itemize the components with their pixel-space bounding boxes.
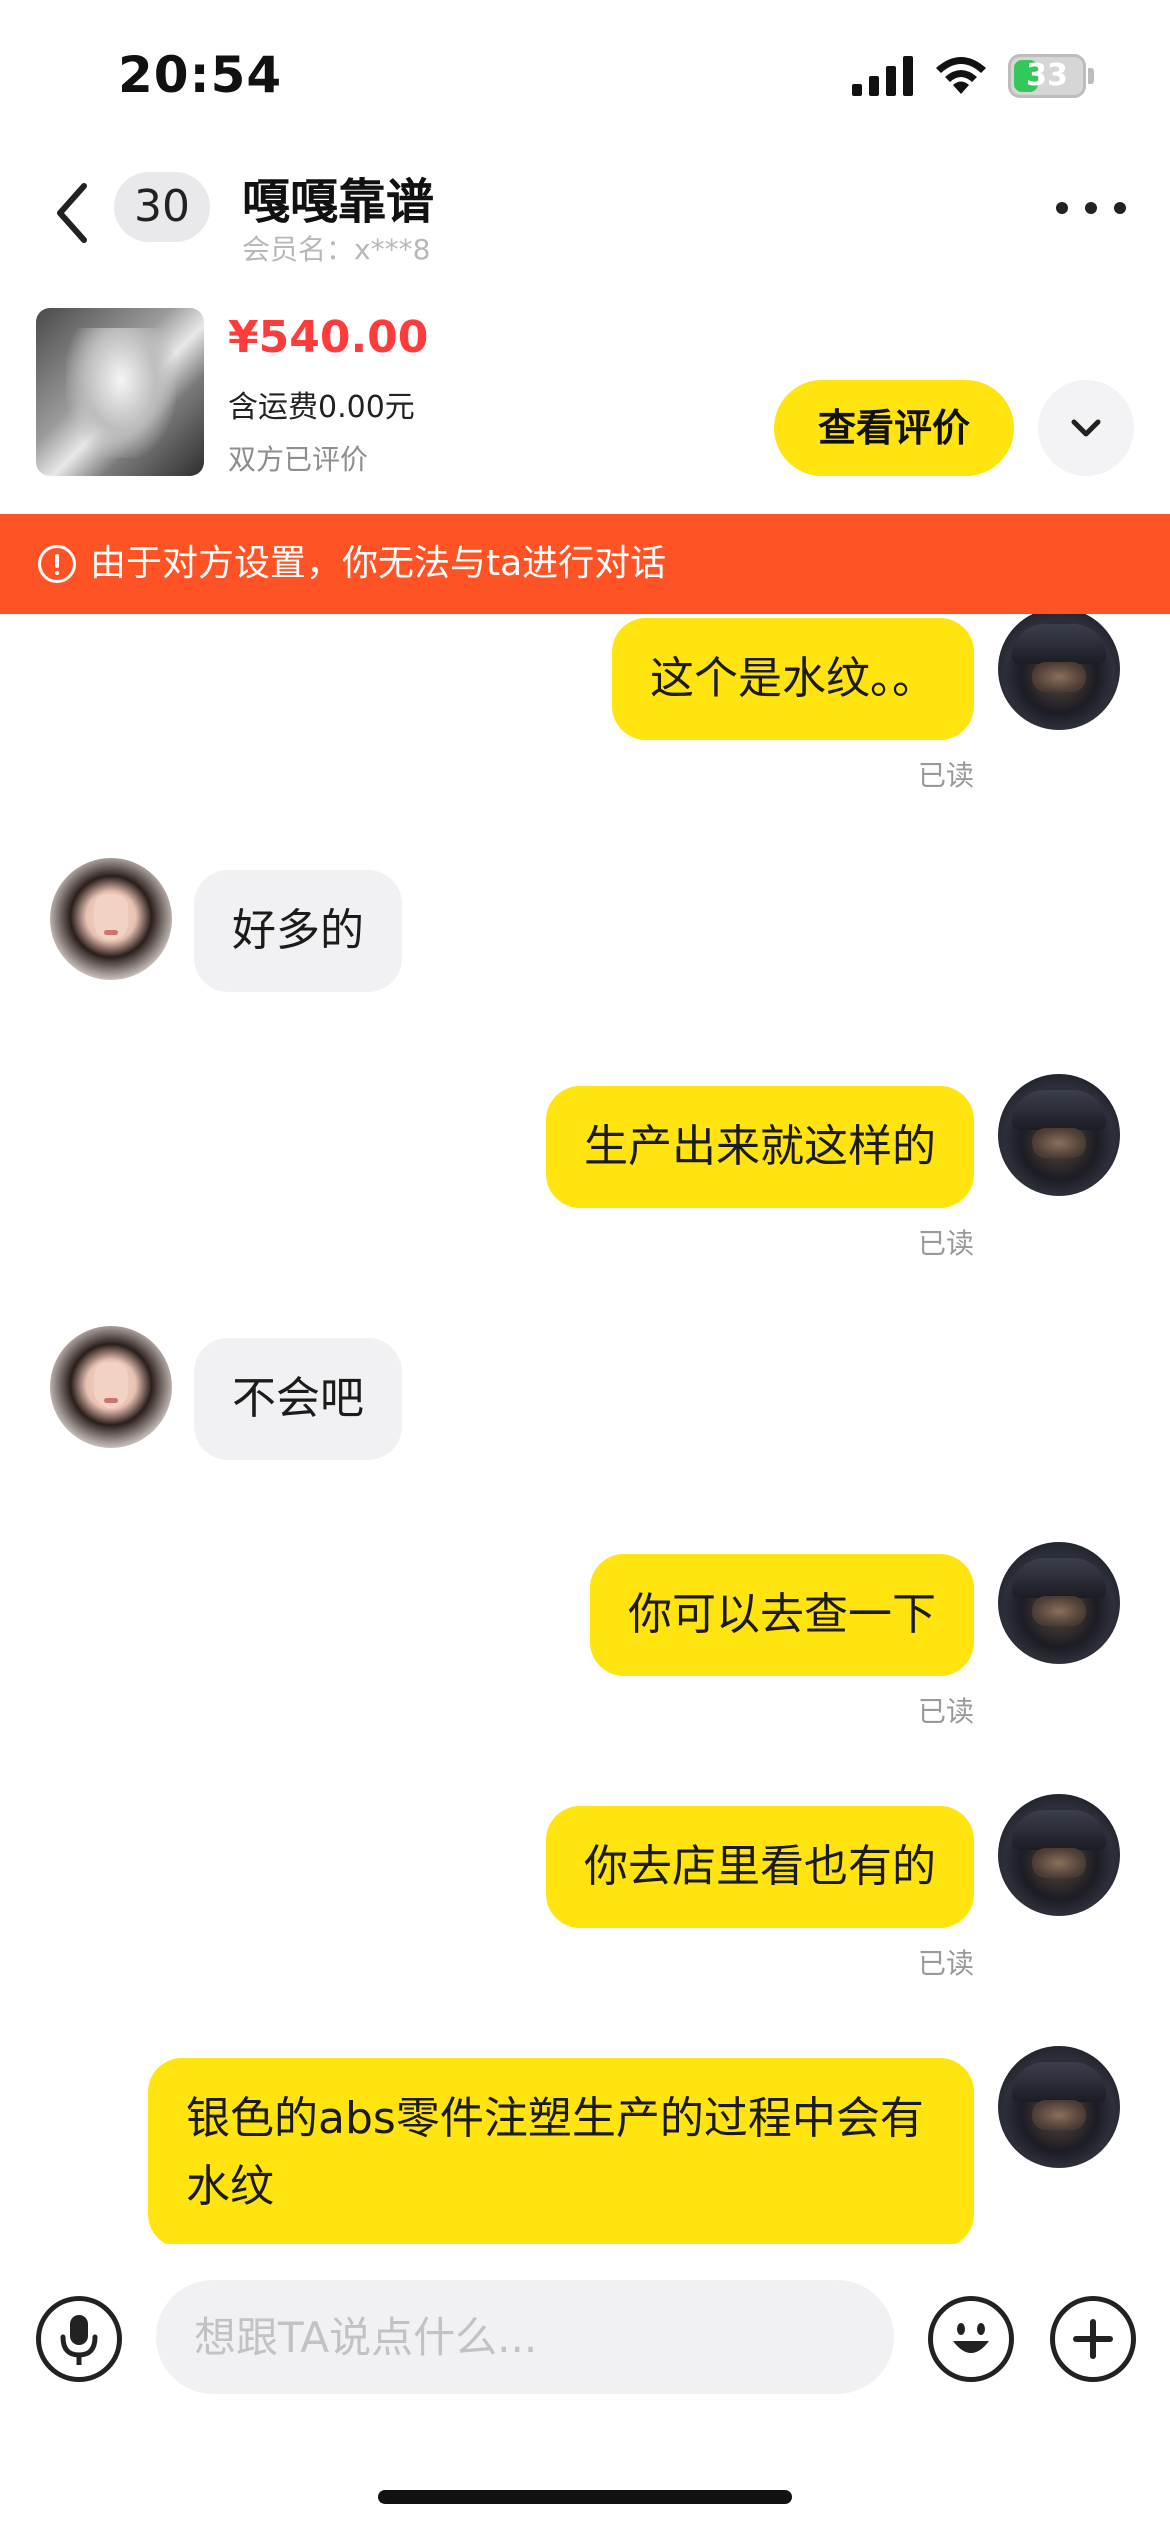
input-bar	[0, 2244, 1170, 2404]
message-input[interactable]	[156, 2280, 894, 2394]
message-bubble-mine[interactable]: 生产出来就这样的	[546, 1086, 974, 1208]
read-receipt: 已读	[917, 1947, 974, 1980]
read-receipt: 已读	[917, 1227, 974, 1260]
message-bubble-mine[interactable]: 你去店里看也有的	[546, 1806, 974, 1928]
read-receipt: 已读	[917, 1695, 974, 1728]
battery-level: 33	[1026, 58, 1068, 93]
member-name: 会员名：x***8	[242, 233, 431, 266]
shipping-fee: 含运费0.00元	[228, 390, 415, 425]
message-bubble-theirs[interactable]: 不会吧	[194, 1338, 402, 1460]
my-avatar[interactable]	[998, 1074, 1120, 1196]
my-avatar[interactable]	[998, 1542, 1120, 1664]
review-status: 双方已评价	[228, 443, 369, 476]
alert-circle-icon	[38, 545, 76, 583]
blocked-warning-banner: 由于对方设置，你无法与ta进行对话	[0, 514, 1170, 614]
wifi-icon	[936, 57, 986, 94]
expand-button[interactable]	[1038, 380, 1134, 476]
battery-icon: 33	[1008, 54, 1086, 98]
contact-name[interactable]: 嘎嘎靠谱	[242, 162, 434, 232]
home-indicator[interactable]	[378, 2490, 792, 2504]
smile-icon[interactable]	[928, 2296, 1014, 2382]
microphone-icon[interactable]	[36, 2296, 122, 2382]
view-review-button[interactable]: 查看评价	[774, 380, 1014, 476]
warning-text: 由于对方设置，你无法与ta进行对话	[90, 543, 667, 584]
message-bubble-mine[interactable]: 银色的abs零件注塑生产的过程中会有水纹	[148, 2058, 974, 2244]
more-dots-icon[interactable]	[1056, 196, 1126, 220]
my-avatar[interactable]	[998, 1794, 1120, 1916]
status-time: 20:54	[118, 46, 283, 104]
message-bubble-mine[interactable]: 这个是水纹。。	[612, 618, 974, 740]
product-price: ¥540.00	[228, 312, 429, 363]
chevron-down-icon	[1071, 419, 1101, 437]
signal-icon	[852, 56, 913, 96]
product-card[interactable]: ¥540.00 含运费0.00元 双方已评价 查看评价	[0, 290, 1170, 490]
plus-icon[interactable]	[1050, 2296, 1136, 2382]
my-avatar[interactable]	[998, 2046, 1120, 2168]
product-thumbnail[interactable]	[36, 308, 204, 476]
chat-message-list[interactable]: 这个是水纹。。 已读 好多的 生产出来就这样的 已读 不会吧 你可以去查一下 已…	[0, 614, 1170, 2244]
read-receipt: 已读	[917, 759, 974, 792]
message-bubble-theirs[interactable]: 好多的	[194, 870, 402, 992]
chevron-left-icon[interactable]	[48, 178, 98, 248]
contact-avatar[interactable]	[50, 1326, 172, 1448]
status-bar: 20:54 33	[0, 0, 1170, 150]
message-bubble-mine[interactable]: 你可以去查一下	[590, 1554, 974, 1676]
my-avatar[interactable]	[998, 614, 1120, 730]
chat-header: 30 嘎嘎靠谱 会员名：x***8	[0, 150, 1170, 270]
contact-avatar[interactable]	[50, 858, 172, 980]
unread-count-badge[interactable]: 30	[114, 172, 210, 242]
